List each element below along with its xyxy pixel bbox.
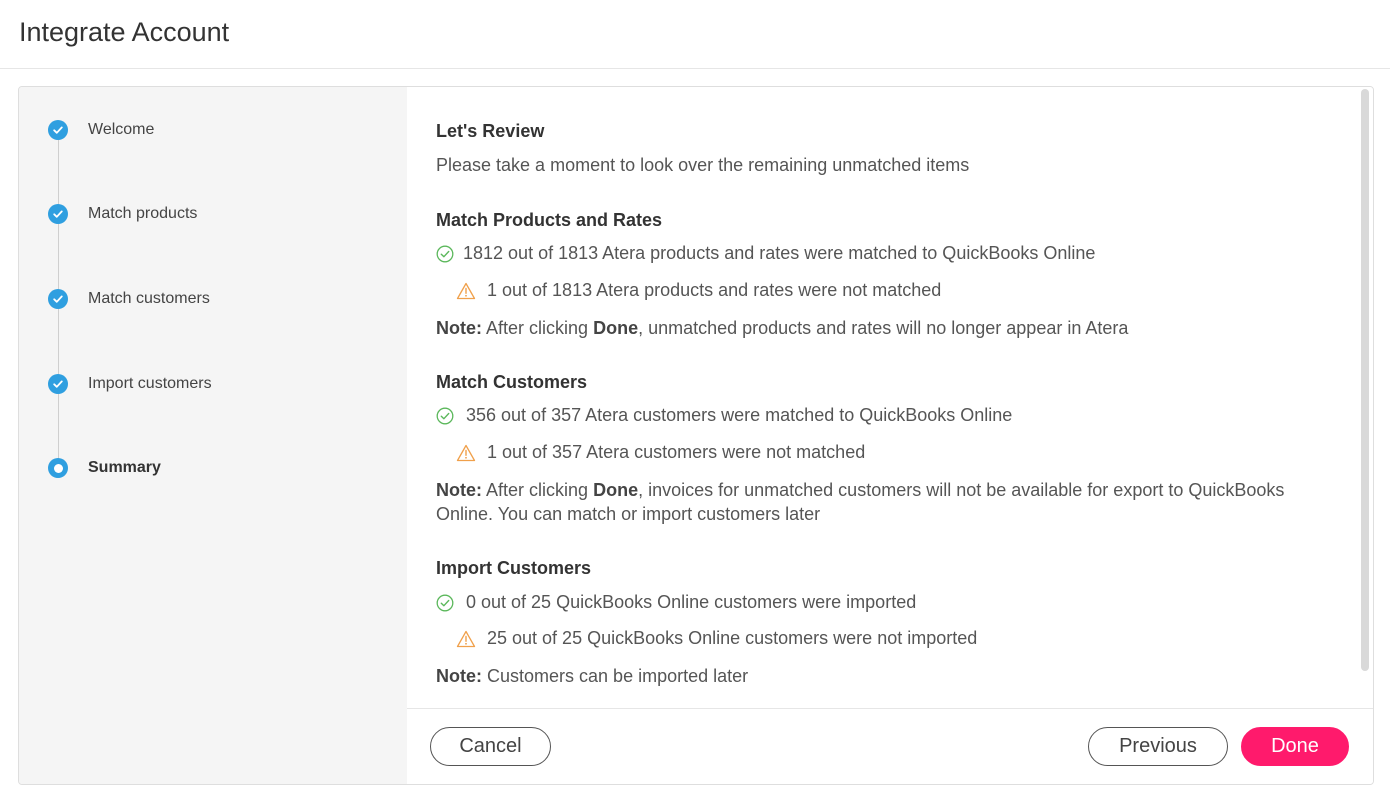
customers-unmatched-text: 1 out of 357 Atera customers were not ma… xyxy=(487,442,866,462)
step-label: Summary xyxy=(88,459,161,476)
products-section-title: Match Products and Rates xyxy=(436,210,663,230)
warning-triangle-icon xyxy=(456,444,476,461)
step-welcome[interactable]: Welcome xyxy=(48,119,154,141)
import-not-imported-row: 25 out of 25 QuickBooks Online customers… xyxy=(456,628,977,649)
note-done-keyword: Done xyxy=(593,318,639,338)
step-match-products[interactable]: Match products xyxy=(48,203,197,225)
summary-content[interactable]: Let's Review Please take a moment to loo… xyxy=(407,87,1373,708)
review-title: Let's Review xyxy=(436,121,545,141)
page-title: Integrate Account xyxy=(19,17,230,47)
import-not-imported-text: 25 out of 25 QuickBooks Online customers… xyxy=(487,628,978,648)
note-label: Note: xyxy=(436,318,482,338)
wizard-steps-sidebar: Welcome Match products Match customers I… xyxy=(19,87,407,784)
cancel-button[interactable]: Cancel xyxy=(430,727,551,766)
step-label: Welcome xyxy=(88,121,155,138)
customers-unmatched-row: 1 out of 357 Atera customers were not ma… xyxy=(456,442,865,463)
import-imported-row: 0 out of 25 QuickBooks Online customers … xyxy=(436,592,916,613)
import-section-title: Import Customers xyxy=(436,558,592,578)
check-circle-icon xyxy=(48,289,68,309)
content-scrollbar[interactable] xyxy=(1361,89,1369,671)
check-circle-outline-icon xyxy=(436,407,454,424)
note-text: Customers can be imported later xyxy=(487,666,749,686)
radio-circle-icon xyxy=(48,458,68,478)
note-label: Note: xyxy=(436,666,482,686)
products-unmatched-row: 1 out of 1813 Atera products and rates w… xyxy=(456,280,941,301)
customers-matched-row: 356 out of 357 Atera customers were matc… xyxy=(436,405,1012,426)
note-text-post: , unmatched products and rates will no l… xyxy=(638,318,1129,338)
check-circle-outline-icon xyxy=(436,594,454,611)
note-text-pre: After clicking xyxy=(486,318,589,338)
step-match-customers[interactable]: Match customers xyxy=(48,288,210,310)
warning-triangle-icon xyxy=(456,282,476,299)
page-header: Integrate Account xyxy=(0,0,1390,69)
products-unmatched-text: 1 out of 1813 Atera products and rates w… xyxy=(487,280,942,300)
note-done-keyword: Done xyxy=(593,480,639,500)
customers-matched-text: 356 out of 357 Atera customers were matc… xyxy=(466,405,1013,425)
step-import-customers[interactable]: Import customers xyxy=(48,373,212,395)
step-label: Match products xyxy=(88,205,198,222)
check-circle-icon xyxy=(48,374,68,394)
note-text-pre: After clicking xyxy=(486,480,589,500)
integration-wizard: Welcome Match products Match customers I… xyxy=(18,86,1374,785)
check-circle-outline-icon xyxy=(436,245,454,262)
products-note: Note: After clicking Done, unmatched pro… xyxy=(436,316,1316,340)
products-matched-text: 1812 out of 1813 Atera products and rate… xyxy=(463,243,1096,263)
done-button[interactable]: Done xyxy=(1241,727,1349,766)
review-subtitle: Please take a moment to look over the re… xyxy=(436,155,970,175)
customers-note: Note: After clicking Done, invoices for … xyxy=(436,478,1316,526)
step-summary[interactable]: Summary xyxy=(48,457,161,479)
customers-section-title: Match Customers xyxy=(436,372,588,392)
note-label: Note: xyxy=(436,480,482,500)
check-circle-icon xyxy=(48,204,68,224)
products-matched-row: 1812 out of 1813 Atera products and rate… xyxy=(436,243,1095,264)
step-label: Match customers xyxy=(88,290,210,307)
step-label: Import customers xyxy=(88,375,212,392)
wizard-footer: Cancel Previous Done xyxy=(407,708,1373,784)
import-note: Note: Customers can be imported later xyxy=(436,664,1316,688)
warning-triangle-icon xyxy=(456,630,476,647)
import-imported-text: 0 out of 25 QuickBooks Online customers … xyxy=(466,592,917,612)
check-circle-icon xyxy=(48,120,68,140)
previous-button[interactable]: Previous xyxy=(1088,727,1228,766)
